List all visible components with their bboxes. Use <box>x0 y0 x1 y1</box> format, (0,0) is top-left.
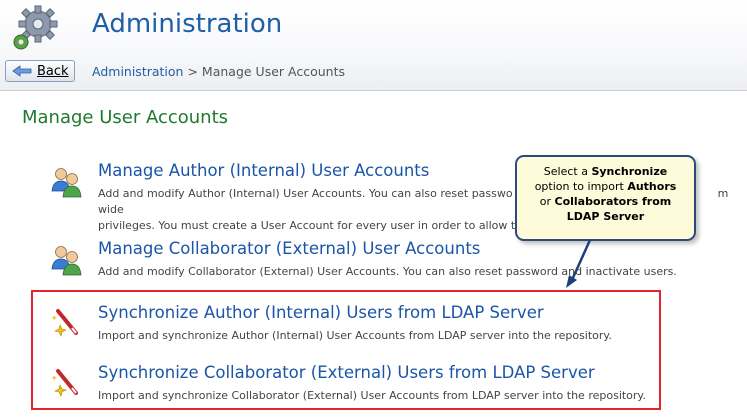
breadcrumb-administration-link[interactable]: Administration <box>92 64 183 79</box>
breadcrumb: Administration > Manage User Accounts <box>92 64 345 79</box>
sync-options-highlight-box <box>31 290 661 410</box>
callout-arrow-icon <box>566 239 592 288</box>
back-arrow-icon <box>12 65 32 77</box>
page-title: Manage User Accounts <box>22 107 229 128</box>
manage-collaborator-accounts-description: Add and modify Collaborator (External) U… <box>98 265 677 278</box>
breadcrumb-current: Manage User Accounts <box>201 64 345 79</box>
callout-annotation: Select a Synchronize option to import Au… <box>515 155 696 241</box>
users-icon <box>51 246 82 276</box>
breadcrumb-separator: > <box>187 64 198 79</box>
back-button-label: Back <box>37 63 69 79</box>
back-button[interactable]: Back <box>5 60 75 82</box>
header-bar: Administration Back Administration > Man… <box>0 0 747 91</box>
users-icon <box>51 168 82 198</box>
manage-author-accounts-link[interactable]: Manage Author (Internal) User Accounts <box>98 161 429 180</box>
gear-icon <box>13 5 58 50</box>
app-title: Administration <box>92 9 283 39</box>
manage-collaborator-accounts-link[interactable]: Manage Collaborator (External) User Acco… <box>98 239 480 258</box>
